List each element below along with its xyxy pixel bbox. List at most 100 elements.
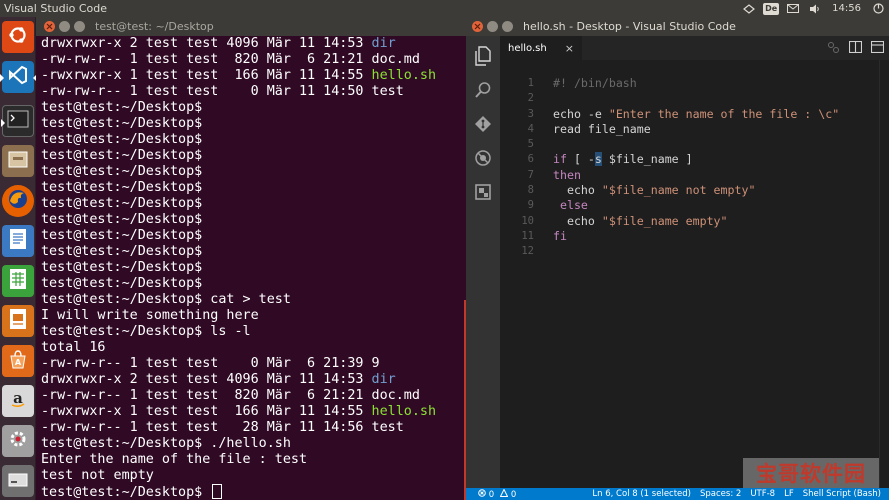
code-token: echo bbox=[553, 183, 602, 198]
code-line[interactable]: 8 echo "$file_name not empty" bbox=[500, 183, 870, 198]
language-mode[interactable]: Shell Script (Bash) bbox=[803, 489, 881, 499]
indentation-status[interactable]: Spaces: 2 bbox=[700, 489, 741, 499]
code-line[interactable]: 5 bbox=[500, 137, 870, 152]
code-line[interactable]: 1 #! /bin/bash bbox=[500, 76, 870, 91]
code-line[interactable]: 11 fi bbox=[500, 229, 870, 244]
code-line[interactable]: 4 read file_name bbox=[500, 122, 870, 137]
encoding-status[interactable]: UTF-8 bbox=[750, 489, 775, 499]
network-icon[interactable] bbox=[738, 0, 760, 17]
editor-scrollbar[interactable] bbox=[879, 60, 889, 488]
terminal-text: -rw-rw-r-- 1 test test 0 Mär 6 21:39 9 bbox=[41, 356, 380, 371]
terminal-text: -rw-rw-r-- 1 test test 28 Mär 11 14:56 t… bbox=[41, 420, 404, 435]
dash-button[interactable] bbox=[2, 21, 34, 53]
vscode-window[interactable]: hello.sh - Desktop - Visual Studio Code … bbox=[466, 17, 889, 500]
terminal-icon bbox=[7, 110, 29, 132]
clock[interactable]: 14:56 bbox=[826, 3, 867, 14]
code-token: "$file_name not empty" bbox=[601, 183, 756, 198]
launcher-amazon[interactable]: a bbox=[2, 385, 34, 417]
svg-text:a: a bbox=[13, 389, 23, 407]
terminal-text: -rwxrwxr-x 1 test test 166 Mär 11 14:55 bbox=[41, 68, 372, 83]
code-line[interactable]: 10 echo "$file_name empty" bbox=[500, 214, 870, 229]
more-actions-icon[interactable] bbox=[869, 39, 885, 55]
split-editor-icon[interactable] bbox=[847, 39, 863, 55]
terminal-line: -rw-rw-r-- 1 test test 820 Mär 6 21:21 d… bbox=[41, 52, 466, 68]
terminal-line: test not empty bbox=[41, 468, 466, 484]
tab-close-button[interactable]: × bbox=[565, 42, 574, 55]
terminal-text: total 16 bbox=[41, 340, 106, 355]
terminal-window[interactable]: test@test: ~/Desktop drwxrwxr-x 2 test t… bbox=[36, 17, 466, 500]
code-line[interactable]: 7 then bbox=[500, 168, 870, 183]
code-line[interactable]: 3 echo -e "Enter the name of the file : \… bbox=[500, 107, 870, 122]
code-line[interactable]: 6 if [ -s $file_name ] bbox=[500, 152, 870, 167]
launcher-firefox[interactable] bbox=[2, 185, 34, 217]
terminal-text: test@test:~/Desktop$ bbox=[41, 148, 203, 163]
terminal-line: -rwxrwxr-x 1 test test 166 Mär 11 14:55 … bbox=[41, 68, 466, 84]
code-line[interactable]: 12 bbox=[500, 244, 870, 259]
top-panel: Visual Studio Code De 14:56 bbox=[0, 0, 889, 17]
launcher-software-center[interactable]: A bbox=[2, 345, 34, 377]
terminal-line: test@test:~/Desktop$ bbox=[41, 260, 466, 276]
terminal-maximize-button[interactable] bbox=[74, 21, 85, 32]
volume-icon[interactable] bbox=[804, 0, 826, 17]
errors-status[interactable]: 0 bbox=[478, 488, 495, 500]
eol-status[interactable]: LF bbox=[784, 489, 794, 499]
terminal-line: -rw-rw-r-- 1 test test 0 Mär 6 21:39 9 bbox=[41, 356, 466, 372]
launcher-impress[interactable] bbox=[2, 305, 34, 337]
terminal-text: drwxrwxr-x 2 test test 4096 Mär 11 14:53 bbox=[41, 372, 372, 387]
code-text: if [ -s $file_name ] bbox=[553, 152, 693, 167]
keyboard-layout-indicator[interactable]: De bbox=[760, 0, 782, 17]
extensions-icon[interactable] bbox=[471, 180, 495, 204]
launcher-terminal[interactable] bbox=[1, 105, 34, 137]
terminal-text: drwxrwxr-x 2 test test 4096 Mär 11 14:53 bbox=[41, 36, 372, 51]
vscode-close-button[interactable] bbox=[472, 21, 483, 32]
vscode-maximize-button[interactable] bbox=[502, 21, 513, 32]
code-token: then bbox=[553, 167, 581, 182]
editor-area[interactable]: hello.sh × 1 #! /bin/bash 2 3 echo -e "Enter… bbox=[500, 36, 889, 488]
terminal-line: total 16 bbox=[41, 340, 466, 356]
terminal-text: test@test:~/Desktop$ bbox=[41, 260, 203, 275]
terminal-output[interactable]: drwxrwxr-x 2 test test 4096 Mär 11 14:53… bbox=[41, 36, 466, 500]
tab-label: hello.sh bbox=[508, 43, 547, 54]
code-token: [ - bbox=[566, 152, 595, 167]
errors-count: 0 bbox=[488, 489, 495, 500]
tab-hello-sh[interactable]: hello.sh × bbox=[500, 36, 582, 60]
launcher-writer[interactable] bbox=[2, 225, 34, 257]
explorer-icon[interactable] bbox=[471, 44, 495, 68]
system-menu-icon[interactable] bbox=[867, 0, 889, 17]
code-line[interactable]: 9 else bbox=[500, 198, 870, 213]
vscode-minimize-button[interactable] bbox=[487, 21, 498, 32]
launcher-settings[interactable] bbox=[2, 425, 34, 457]
running-indicator bbox=[1, 119, 5, 127]
error-icon bbox=[478, 488, 486, 497]
launcher-calc[interactable] bbox=[2, 265, 34, 297]
source-control-icon[interactable] bbox=[471, 112, 495, 136]
open-changes-icon[interactable] bbox=[825, 39, 841, 55]
terminal-close-button[interactable] bbox=[44, 21, 55, 32]
terminal-cursor bbox=[212, 484, 223, 499]
writer-icon bbox=[8, 228, 28, 254]
terminal-titlebar[interactable]: test@test: ~/Desktop bbox=[36, 17, 466, 36]
terminal-text: test@test:~/Desktop$ bbox=[41, 212, 203, 227]
cursor-position[interactable]: Ln 6, Col 8 (1 selected) bbox=[592, 489, 691, 499]
launcher-vscode[interactable] bbox=[0, 61, 37, 93]
terminal-text: test@test:~/Desktop$ bbox=[41, 485, 211, 500]
code-editor[interactable]: 1 #! /bin/bash 2 3 echo -e "Enter the name o… bbox=[500, 76, 870, 260]
terminal-line: -rwxrwxr-x 1 test test 166 Mär 11 14:55 … bbox=[41, 404, 466, 420]
line-number: 11 bbox=[521, 229, 534, 242]
watermark: 宝哥软件园 bbox=[743, 458, 879, 488]
mail-icon[interactable] bbox=[782, 0, 804, 17]
launcher-drive[interactable] bbox=[2, 465, 34, 497]
calc-icon bbox=[8, 268, 28, 294]
warnings-status[interactable]: 0 bbox=[499, 487, 516, 500]
debug-icon[interactable] bbox=[471, 146, 495, 170]
terminal-line: I will write something here bbox=[41, 308, 466, 324]
vscode-titlebar[interactable]: hello.sh - Desktop - Visual Studio Code bbox=[466, 17, 889, 36]
code-line[interactable]: 2 bbox=[500, 91, 870, 106]
terminal-minimize-button[interactable] bbox=[59, 21, 70, 32]
search-icon[interactable] bbox=[471, 78, 495, 102]
terminal-text: test@test:~/Desktop$ cat > test bbox=[41, 292, 291, 307]
code-token: read file_name bbox=[553, 121, 651, 136]
launcher: A a bbox=[0, 17, 37, 500]
terminal-text: test@test:~/Desktop$ ./hello.sh bbox=[41, 436, 291, 451]
launcher-files[interactable] bbox=[2, 145, 34, 177]
